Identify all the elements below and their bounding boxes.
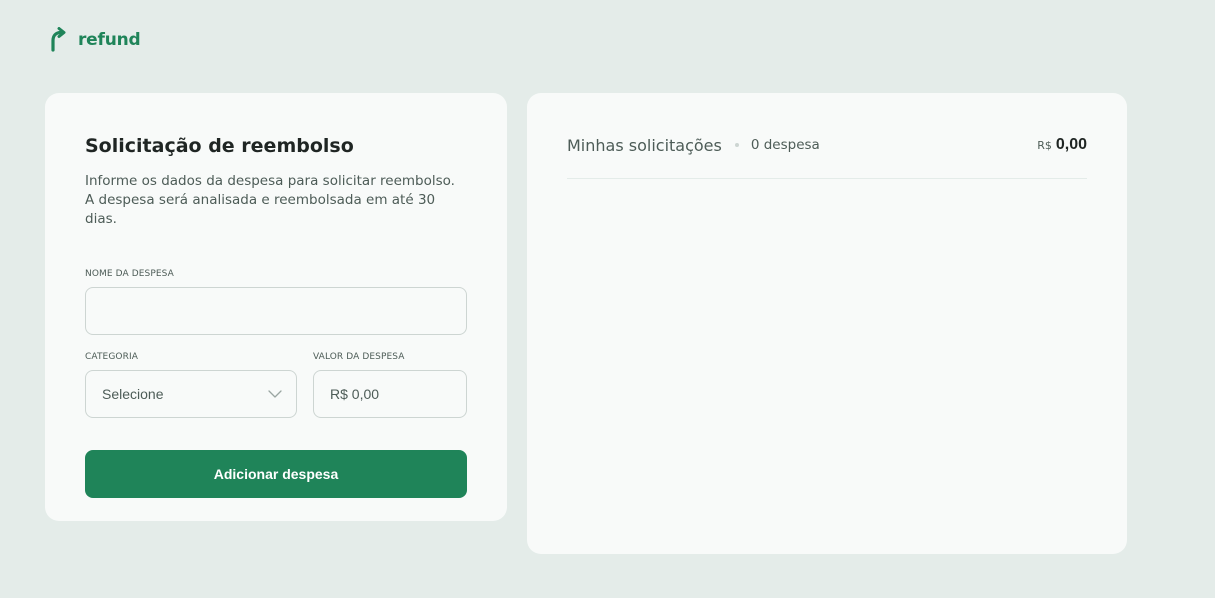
brand-logo: refund bbox=[50, 27, 141, 53]
category-amount-row: CATEGORIA Selecione VALOR DA DESPESA R$ … bbox=[85, 352, 467, 418]
requests-title: Minhas solicitações bbox=[567, 135, 722, 155]
total-currency: R$ bbox=[1037, 139, 1052, 152]
refund-form-card: Solicitação de reembolso Informe os dado… bbox=[45, 93, 507, 521]
amount-field: VALOR DA DESPESA R$ 0,00 bbox=[313, 352, 467, 418]
category-field: CATEGORIA Selecione bbox=[85, 352, 297, 418]
total-value: 0,00 bbox=[1055, 136, 1087, 153]
expense-name-field: NOME DA DESPESA bbox=[85, 269, 467, 335]
amount-input[interactable]: R$ 0,00 bbox=[313, 370, 467, 418]
amount-label: VALOR DA DESPESA bbox=[313, 352, 405, 362]
brand-name: refund bbox=[78, 30, 141, 50]
form-description: Informe os dados da despesa para solicit… bbox=[85, 173, 455, 227]
form-title: Solicitação de reembolso bbox=[85, 135, 354, 157]
requests-card: Minhas solicitações 0 despesa R$ 0,00 bbox=[527, 93, 1127, 554]
category-select[interactable]: Selecione bbox=[85, 370, 297, 418]
separator-dot bbox=[734, 143, 739, 147]
category-label: CATEGORIA bbox=[85, 352, 138, 362]
chevron-down-icon bbox=[268, 390, 282, 398]
header-divider bbox=[567, 178, 1087, 179]
requests-total: R$ 0,00 bbox=[1037, 136, 1087, 154]
category-selected-value: Selecione bbox=[102, 386, 164, 402]
requests-count: 0 despesa bbox=[750, 137, 820, 153]
requests-summary: Minhas solicitações 0 despesa bbox=[567, 136, 820, 155]
add-expense-button[interactable]: Adicionar despesa bbox=[85, 450, 467, 498]
requests-header: Minhas solicitações 0 despesa R$ 0,00 bbox=[567, 134, 1087, 156]
expense-name-label: NOME DA DESPESA bbox=[85, 269, 174, 279]
expense-name-input[interactable] bbox=[85, 287, 467, 335]
refresh-arrow-icon bbox=[51, 27, 66, 52]
